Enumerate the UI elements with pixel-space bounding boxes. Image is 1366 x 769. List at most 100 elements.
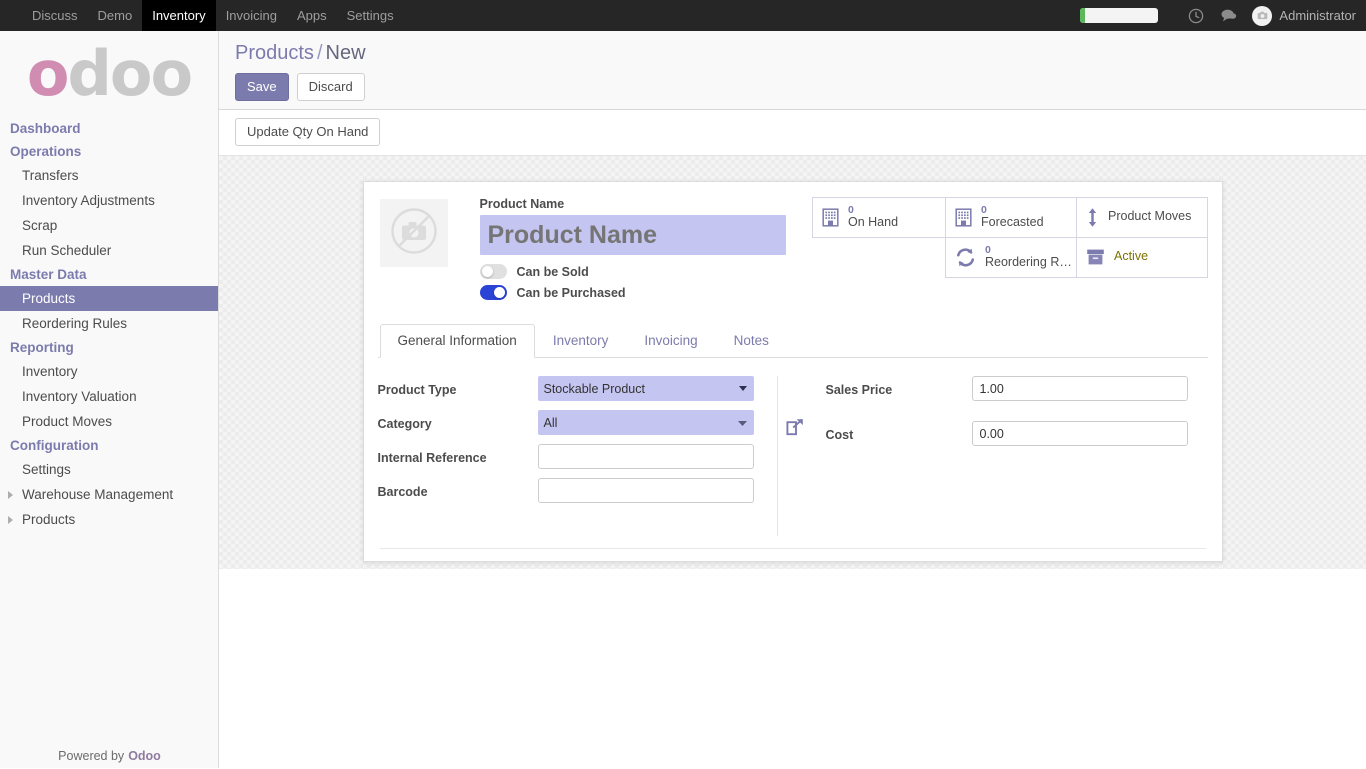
main-content: Products / New Save Discard Update Qty On … — [219, 31, 1366, 769]
tab-list: General Information Inventory Invoicing … — [377, 324, 1208, 358]
sidebar-section-dashboard[interactable]: Dashboard — [0, 117, 218, 140]
sidebar-section-reporting[interactable]: Reporting — [0, 336, 218, 359]
tab-panel-general-information: Product Type Stockable Product Category — [378, 358, 1208, 536]
field-row-product-type: Product Type Stockable Product — [378, 376, 763, 410]
stat-button-empty-slot — [812, 237, 946, 278]
field-row-internal-reference: Internal Reference — [378, 444, 763, 478]
notebook: General Information Inventory Invoicing … — [377, 324, 1208, 536]
top-navbar: Discuss Demo Inventory Invoicing Apps Se… — [0, 0, 1366, 31]
control-panel: Products / New Save Discard — [219, 31, 1366, 110]
can-be-sold-toggle[interactable] — [479, 264, 507, 279]
tab-inventory[interactable]: Inventory — [535, 324, 627, 358]
chevron-down-icon — [737, 419, 748, 427]
internal-reference-input[interactable] — [537, 444, 754, 469]
product-type-select[interactable]: Stockable Product — [537, 376, 754, 401]
action-buttons: Save Discard — [235, 73, 1350, 101]
update-qty-on-hand-button[interactable]: Update Qty On Hand — [235, 118, 381, 146]
field-row-cost: Cost — [796, 421, 1196, 466]
form-column-right: Sales Price Cost — [778, 376, 1196, 536]
tab-invoicing[interactable]: Invoicing — [626, 324, 715, 358]
building-icon — [955, 207, 972, 227]
barcode-input[interactable] — [537, 478, 754, 503]
sales-price-input[interactable] — [971, 376, 1188, 401]
stat-label-active: Active — [1114, 249, 1149, 264]
can-be-purchased-toggle[interactable] — [479, 285, 507, 300]
user-name: Administrator — [1279, 8, 1356, 23]
stat-button-product-moves[interactable]: Product Moves — [1076, 196, 1208, 238]
field-row-category: Category All — [378, 410, 763, 444]
discard-button[interactable]: Discard — [296, 73, 365, 101]
stat-button-reordering-rules[interactable]: 0 Reordering R… — [945, 236, 1077, 278]
stat-button-box: 0 On Hand 0 Forecasted Product Moves 0 R… — [812, 196, 1208, 278]
sidebar-item-run-scheduler[interactable]: Run Scheduler — [0, 238, 218, 263]
stat-text: Product Moves — [1108, 210, 1191, 223]
sidebar-section-master-data[interactable]: Master Data — [0, 263, 218, 286]
tab-notes[interactable]: Notes — [716, 324, 787, 358]
sidebar-item-inventory[interactable]: Inventory — [0, 359, 218, 384]
breadcrumb: Products / New — [235, 40, 1350, 66]
cost-label: Cost — [825, 428, 854, 442]
can-be-sold-label: Can be Sold — [516, 264, 589, 279]
barcode-label: Barcode — [377, 485, 428, 499]
sidebar-item-scrap[interactable]: Scrap — [0, 213, 218, 238]
form-header: Product Name Can be Sold Can be Purchase… — [378, 196, 1208, 302]
progress-pill-indicator — [1080, 8, 1159, 23]
stat-button-active[interactable]: Active — [1076, 236, 1208, 278]
app-item-invoicing[interactable]: Invoicing — [216, 0, 287, 31]
sidebar-item-config-products[interactable]: Products — [0, 507, 218, 532]
sidebar-item-inventory-valuation[interactable]: Inventory Valuation — [0, 384, 218, 409]
avatar — [1252, 5, 1273, 26]
sidebar-item-reordering-rules[interactable]: Reordering Rules — [0, 311, 218, 336]
field-row-sales-price: Sales Price — [796, 376, 1196, 421]
product-name-input[interactable] — [479, 215, 786, 255]
stat-label-reordering-rules: Reordering R… — [985, 254, 1072, 269]
sidebar-item-inventory-adjustments[interactable]: Inventory Adjustments — [0, 188, 218, 213]
sidebar-item-warehouse-management[interactable]: Warehouse Management — [0, 482, 218, 507]
external-link-icon[interactable] — [785, 418, 804, 441]
camera-disabled-icon — [388, 205, 440, 262]
stat-label-forecasted: Forecasted — [981, 214, 1044, 229]
stat-text: 0 On Hand — [848, 204, 898, 229]
chevron-down-icon — [738, 382, 748, 396]
systray: Administrator — [1080, 0, 1366, 31]
logo-letters-doo: doo — [67, 37, 194, 110]
cost-input[interactable] — [971, 421, 1188, 446]
product-name-label: Product Name — [479, 197, 565, 211]
save-button[interactable]: Save — [235, 73, 289, 101]
stat-button-forecasted[interactable]: 0 Forecasted — [945, 196, 1077, 238]
sidebar-item-settings[interactable]: Settings — [0, 457, 218, 482]
app-item-demo[interactable]: Demo — [88, 0, 143, 31]
app-item-inventory[interactable]: Inventory — [142, 0, 216, 31]
powered-by-footer: Powered by Odoo — [0, 744, 219, 768]
toggle-knob — [493, 287, 505, 298]
tab-general-information[interactable]: General Information — [379, 324, 535, 358]
logo-letter-o: o — [26, 37, 70, 110]
sidebar-section-operations[interactable]: Operations — [0, 140, 218, 163]
stat-button-on-hand[interactable]: 0 On Hand — [812, 196, 946, 238]
app-item-discuss[interactable]: Discuss — [22, 0, 88, 31]
category-label: Category — [377, 417, 432, 431]
sidebar-section-configuration[interactable]: Configuration — [0, 434, 218, 457]
sheet-background: Product Name Can be Sold Can be Purchase… — [219, 156, 1366, 569]
app-item-apps[interactable]: Apps — [287, 0, 337, 31]
sheet-divider — [379, 548, 1206, 549]
category-select[interactable]: All — [537, 410, 754, 435]
breadcrumb-products[interactable]: Products — [235, 42, 314, 64]
sidebar-item-transfers[interactable]: Transfers — [0, 163, 218, 188]
app-item-settings[interactable]: Settings — [337, 0, 404, 31]
odoo-logo[interactable]: odoo — [0, 31, 218, 117]
category-value: All — [543, 415, 558, 430]
product-type-label: Product Type — [377, 383, 457, 397]
stat-text: 0 Forecasted — [981, 204, 1044, 229]
internal-reference-label: Internal Reference — [377, 451, 487, 465]
powered-by-brand[interactable]: Odoo — [128, 749, 161, 763]
product-image-upload[interactable] — [379, 199, 448, 267]
clock-icon[interactable] — [1183, 0, 1209, 31]
arrows-vertical-icon — [1086, 207, 1099, 228]
sidebar-item-product-moves[interactable]: Product Moves — [0, 409, 218, 434]
sidebar-item-products[interactable]: Products — [0, 286, 218, 311]
toggle-knob — [481, 266, 493, 277]
chat-bubble-icon[interactable] — [1215, 0, 1241, 31]
user-menu[interactable]: Administrator — [1252, 5, 1356, 26]
form-column-left: Product Type Stockable Product Category — [378, 376, 778, 536]
